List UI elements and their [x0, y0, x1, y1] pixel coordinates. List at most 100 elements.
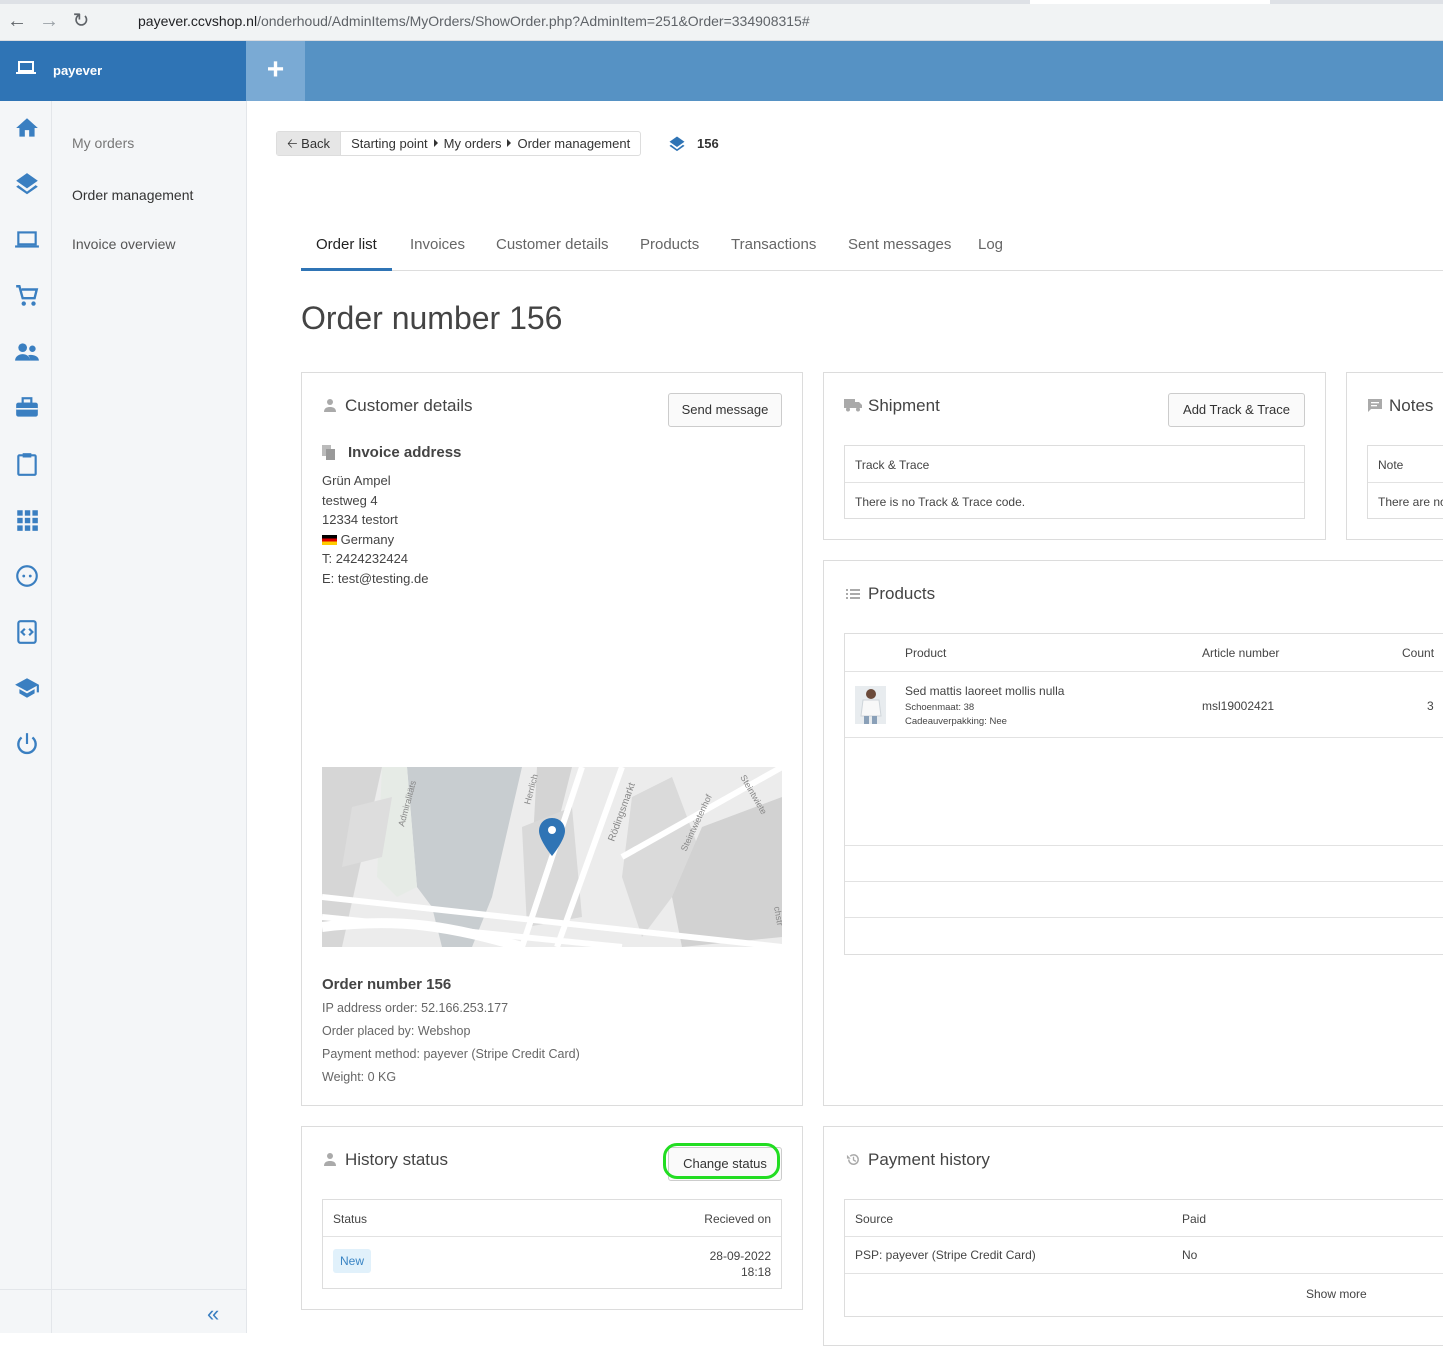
order-summary-title: Order number 156: [322, 976, 452, 993]
table-row[interactable]: Sed mattis laoreet mollis nulla Schoenma…: [845, 672, 1443, 738]
browser-tab[interactable]: [1030, 0, 1270, 4]
table-row: 28-09-2022 18:18: [323, 1237, 781, 1289]
caret-right-icon: [433, 139, 438, 147]
breadcrumb-path: Starting point My orders Order management: [341, 132, 640, 155]
address-name: Grün Ampel: [322, 473, 391, 488]
tab-sent-messages[interactable]: Sent messages: [848, 236, 951, 253]
subnav-order-management[interactable]: Order management: [72, 187, 193, 203]
address-bar[interactable]: payever.ccvshop.nl/onderhoud/AdminItems/…: [104, 8, 1443, 35]
apps-icon[interactable]: [14, 507, 40, 533]
caret-right-icon: [507, 139, 512, 147]
track-trace-empty: There is no Track & Trace code.: [855, 495, 1026, 509]
url-path: /onderhoud/AdminItems/MyOrders/ShowOrder…: [257, 13, 810, 29]
product-option: Schoenmaat: 38: [905, 702, 975, 713]
brand-name: payever: [53, 63, 103, 78]
code-icon[interactable]: [14, 619, 40, 645]
list-icon: [846, 589, 860, 599]
table-header: Note: [1368, 446, 1443, 483]
table-header: Status Recieved on: [323, 1200, 781, 1237]
history-table: Status Recieved on 28-09-2022 18:18: [322, 1199, 782, 1289]
crumb-my-orders[interactable]: My orders: [444, 136, 502, 151]
users-icon[interactable]: [14, 339, 40, 365]
subnav-invoice-overview[interactable]: Invoice overview: [72, 236, 176, 252]
collapse-icon[interactable]: «: [207, 1301, 219, 1327]
tab-products[interactable]: Products: [640, 236, 699, 253]
brand[interactable]: payever: [0, 41, 246, 101]
map-pin-icon[interactable]: [538, 817, 566, 857]
back-button[interactable]: 🡠 Back: [277, 132, 342, 155]
back-arrow-icon[interactable]: ←: [6, 10, 28, 32]
address-email[interactable]: E: test@testing.de: [322, 569, 428, 589]
customer-details-title: Customer details: [345, 396, 473, 415]
laptop-icon: [16, 61, 36, 74]
sub-navigation: My orders Order management Invoice overv…: [0, 101, 247, 1333]
briefcase-icon[interactable]: [14, 395, 40, 421]
column-header: Count: [1402, 646, 1435, 660]
product-thumbnail[interactable]: [855, 686, 886, 724]
send-message-button[interactable]: Send message: [668, 393, 782, 427]
crumb-starting-point[interactable]: Starting point: [351, 136, 428, 151]
cart-icon[interactable]: [14, 283, 40, 309]
app-header: payever +: [0, 41, 1443, 101]
notes-empty: There are no: [1378, 495, 1443, 509]
breadcrumb: 🡠 Back Starting point My orders Order mana…: [276, 131, 642, 156]
table-divider: [845, 845, 1443, 846]
table-header: Track & Trace: [845, 446, 1304, 483]
table-row: PSP: payever (Stripe Credit Card) No: [845, 1237, 1443, 1274]
layers-icon[interactable]: [14, 171, 40, 197]
column-header: Product: [905, 646, 947, 660]
map[interactable]: Admiralitäts Herrlich Rödingsmarkt Stein…: [322, 767, 782, 947]
tab-customer-details[interactable]: Customer details: [496, 236, 609, 253]
tab-strip: [0, 0, 1443, 4]
add-track-trace-button[interactable]: Add Track & Trace: [1168, 393, 1305, 427]
back-arrow-icon: 🡠: [287, 136, 302, 151]
tab-bar: Order list Invoices Customer details Pro…: [301, 228, 1443, 271]
article-number: msl19002421: [1202, 699, 1275, 713]
order-ip: IP address order: 52.166.253.177: [322, 1001, 509, 1015]
url-domain: payever.ccvshop.nl: [138, 13, 258, 29]
column-header: Note: [1378, 458, 1404, 472]
show-more-link[interactable]: Show more: [1306, 1287, 1367, 1301]
laptop-icon[interactable]: [14, 227, 40, 253]
order-summary: IP address order: 52.166.253.177 Order p…: [322, 997, 580, 1089]
document-icon: [322, 445, 335, 460]
subnav-my-orders[interactable]: My orders: [72, 135, 134, 151]
table-header: Product Article number Count: [845, 634, 1443, 672]
power-icon[interactable]: [14, 731, 40, 757]
person-icon: [324, 1153, 336, 1166]
clipboard-icon[interactable]: [14, 451, 40, 477]
face-icon[interactable]: [14, 563, 40, 589]
column-header: Track & Trace: [855, 458, 930, 472]
tab-log[interactable]: Log: [978, 236, 1003, 253]
product-option: Cadeauverpakking: Nee: [905, 716, 1007, 727]
address-phone: T: 2424232424: [322, 551, 409, 567]
column-header: Paid: [1182, 1212, 1207, 1226]
product-name[interactable]: Sed mattis laoreet mollis nulla: [905, 684, 1064, 698]
invoice-address-title: Invoice address: [348, 444, 462, 461]
truck-icon: [844, 399, 862, 412]
home-icon[interactable]: [14, 115, 40, 141]
tab-invoices[interactable]: Invoices: [410, 236, 465, 253]
table-row: There is no Track & Trace code.: [845, 483, 1304, 519]
column-header: Recieved on: [704, 1212, 771, 1226]
order-placed-by: Order placed by: Webshop: [322, 1024, 471, 1038]
tab-order-list[interactable]: Order list: [316, 236, 377, 253]
add-button[interactable]: +: [246, 41, 305, 101]
history-status-title: History status: [345, 1150, 448, 1169]
crumb-order-management[interactable]: Order management: [517, 136, 630, 151]
address-country: Germany: [340, 531, 395, 547]
column-header: Status: [333, 1212, 368, 1226]
address-street: testweg 4: [322, 492, 378, 508]
received-on: 28-09-2022 18:18: [710, 1248, 771, 1280]
forward-arrow-icon[interactable]: →: [38, 10, 60, 32]
tab-transactions[interactable]: Transactions: [731, 236, 816, 253]
reload-icon[interactable]: ↻: [70, 10, 92, 32]
received-date: 28-09-2022: [709, 1249, 771, 1263]
payment-source: PSP: payever (Stripe Credit Card): [855, 1248, 1036, 1262]
icon-rail: [0, 101, 52, 1333]
shipment-title: Shipment: [868, 396, 940, 415]
payment-paid: No: [1182, 1248, 1198, 1262]
notes-table: Note There are no: [1367, 445, 1443, 519]
school-icon[interactable]: [14, 675, 40, 701]
highlight-ring: [663, 1143, 780, 1179]
